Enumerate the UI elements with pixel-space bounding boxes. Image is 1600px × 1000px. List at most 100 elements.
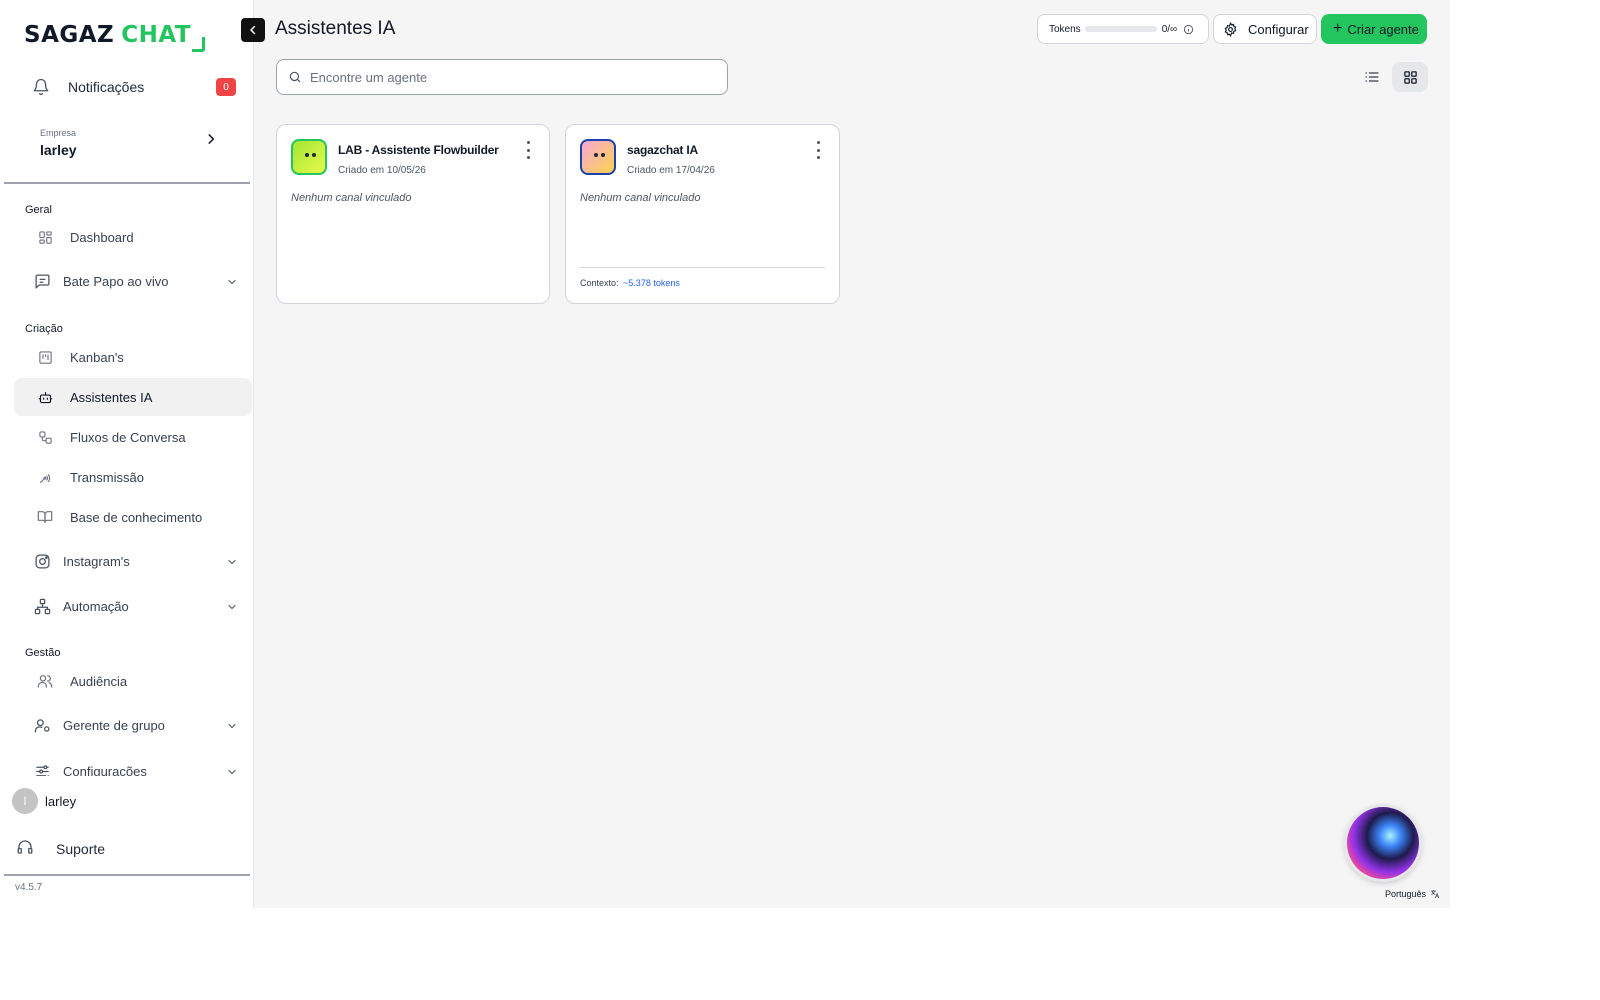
collapse-sidebar-button[interactable] — [241, 18, 265, 42]
bell-icon — [30, 76, 52, 98]
tokens-progress-bar — [1084, 26, 1157, 32]
sidebar-item-label: Assistentes IA — [70, 389, 153, 405]
chevron-down-icon — [226, 600, 238, 618]
sidebar-scroll-clip: Configurações — [0, 750, 254, 776]
brand-logo[interactable]: SAGAZ CHAT — [24, 20, 206, 52]
language-label: Português — [1385, 889, 1427, 899]
sidebar-item-label: Kanban's — [70, 349, 124, 365]
agent-card[interactable]: sagazchat IA Criado em 17/04/26 Nenhum c… — [565, 124, 840, 304]
chevron-left-icon — [247, 24, 259, 36]
sidebar-item-dashboard[interactable]: Dashboard — [14, 218, 252, 256]
section-title-criacao: Criação — [25, 323, 63, 335]
sidebar-item-label: Instagram's — [63, 553, 130, 569]
search-input[interactable] — [310, 69, 710, 85]
notifications-count-badge: 0 — [216, 78, 236, 96]
sidebar-item-assistentes[interactable]: Assistentes IA — [14, 378, 252, 416]
sidebar-item-label: Gerente de grupo — [63, 717, 165, 733]
company-selector[interactable]: Empresa larley — [24, 118, 218, 162]
agent-card[interactable]: LAB - Assistente Flowbuilder Criado em 1… — [276, 124, 550, 304]
sidebar-item-gerente-grupo[interactable]: Gerente de grupo — [14, 706, 252, 744]
sidebar-item-kanbans[interactable]: Kanban's — [14, 338, 252, 376]
search-box — [276, 59, 728, 95]
agent-avatar — [291, 139, 327, 175]
notifications-button[interactable]: Notificações 0 — [30, 74, 236, 100]
sidebar-item-audiencia[interactable]: Audiência — [14, 662, 252, 700]
chevron-down-icon — [226, 275, 238, 293]
message-square-icon — [32, 271, 52, 291]
agent-created-date: Criado em 10/05/26 — [338, 165, 426, 176]
headset-icon — [16, 838, 34, 861]
agent-created-date: Criado em 17/04/26 — [627, 165, 715, 176]
info-icon[interactable] — [1183, 24, 1194, 35]
support-link[interactable]: Suporte — [16, 838, 105, 860]
chevron-down-icon — [226, 765, 238, 776]
sidebar-item-label: Audiência — [70, 673, 128, 689]
avatar-eye — [594, 153, 598, 157]
sidebar-divider — [4, 182, 250, 184]
tokens-usage: Tokens 0/∞ — [1037, 14, 1209, 44]
context-value: ~5.378 tokens — [623, 278, 680, 288]
kanban-icon — [36, 348, 54, 366]
chevron-down-icon — [226, 555, 238, 573]
more-vertical-icon[interactable] — [521, 141, 535, 159]
notifications-label: Notificações — [68, 79, 145, 95]
sidebar-item-automacao[interactable]: Automação — [14, 587, 252, 625]
sidebar-item-base-conhecimento[interactable]: Base de conhecimento — [14, 498, 252, 536]
user-name: larley — [45, 793, 77, 809]
sidebar-item-label: Automação — [63, 598, 129, 614]
user-cog-icon — [32, 715, 52, 735]
grid-view-button[interactable] — [1392, 62, 1428, 92]
chevron-right-icon — [204, 132, 218, 151]
chevron-down-icon — [226, 719, 238, 737]
support-label: Suporte — [56, 841, 106, 857]
agent-channels: Nenhum canal vinculado — [291, 192, 412, 204]
avatar-eye — [601, 153, 605, 157]
sidebar-item-instagram[interactable]: Instagram's — [14, 542, 252, 580]
brand-name-part2: CHAT — [121, 22, 192, 48]
company-name: larley — [40, 142, 77, 158]
more-vertical-icon[interactable] — [811, 141, 825, 159]
search-icon — [288, 70, 302, 84]
agent-name: LAB - Assistente Flowbuilder — [338, 143, 499, 157]
sidebar-item-configuracoes[interactable]: Configurações — [14, 752, 252, 776]
sidebar: SAGAZ CHAT Notificações 0 Empresa larley… — [0, 0, 254, 908]
agent-context-info: Contexto: ~5.378 tokens — [580, 278, 680, 288]
instagram-icon — [32, 551, 52, 571]
sidebar-item-fluxos[interactable]: Fluxos de Conversa — [14, 418, 252, 456]
ai-assistant-orb-button[interactable] — [1347, 807, 1419, 879]
translate-icon — [1430, 889, 1440, 899]
workflow-icon — [36, 428, 54, 446]
configure-button[interactable]: Configurar — [1213, 14, 1317, 44]
tokens-label: Tokens — [1049, 23, 1081, 35]
sidebar-item-label: Transmissão — [70, 469, 144, 485]
list-icon — [1364, 69, 1380, 85]
user-profile[interactable]: l larley — [12, 788, 76, 814]
company-caption: Empresa — [40, 128, 77, 138]
gear-icon — [1223, 21, 1238, 37]
page-title: Assistentes IA — [275, 18, 396, 39]
agent-avatar — [580, 139, 616, 175]
tokens-value: 0/∞ — [1161, 23, 1178, 35]
avatar-eye — [312, 153, 316, 157]
agent-channels: Nenhum canal vinculado — [580, 192, 701, 204]
sidebar-item-label: Configurações — [63, 763, 147, 777]
plus-icon: + — [1333, 20, 1343, 37]
users-icon — [36, 672, 54, 690]
grid-icon — [1403, 70, 1418, 85]
network-icon — [32, 596, 52, 616]
avatar: l — [12, 788, 38, 814]
app: SAGAZ CHAT Notificações 0 Empresa larley… — [0, 0, 1450, 908]
sliders-icon — [32, 761, 52, 776]
sidebar-item-bate-papo[interactable]: Bate Papo ao vivo — [14, 262, 252, 300]
sidebar-item-label: Bate Papo ao vivo — [63, 273, 169, 289]
grid-icon — [36, 228, 54, 246]
brand-name-part1: SAGAZ — [24, 22, 115, 48]
language-selector[interactable]: Português — [1385, 887, 1440, 901]
app-version: v4.5.7 — [15, 882, 43, 893]
section-title-gestao: Gestão — [25, 647, 61, 659]
sidebar-item-transmissao[interactable]: Transmissão — [14, 458, 252, 496]
sidebar-item-label: Fluxos de Conversa — [70, 429, 186, 445]
configure-label: Configurar — [1248, 21, 1309, 37]
create-agent-button[interactable]: + Criar agente — [1321, 14, 1427, 44]
list-view-button[interactable] — [1356, 62, 1388, 92]
